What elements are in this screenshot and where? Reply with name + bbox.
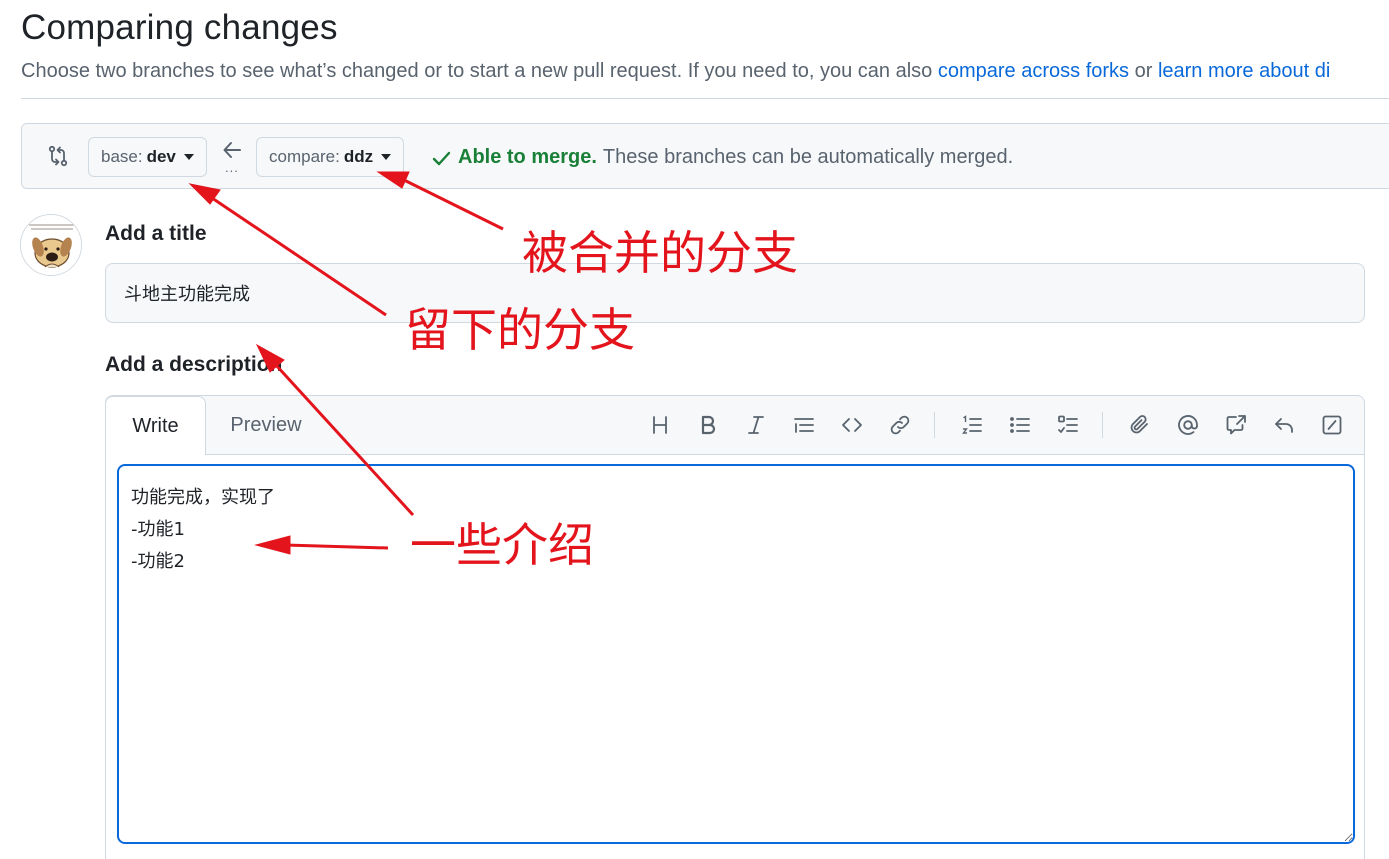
annotation-merged-branch: 被合并的分支 (522, 226, 798, 280)
annotation-kept-branch: 留下的分支 (405, 303, 635, 357)
subtitle-or: or (1129, 60, 1158, 82)
editor-header: Write Preview (105, 396, 1364, 455)
avatar[interactable] (20, 214, 82, 276)
description-textarea[interactable]: 功能完成，实现了 -功能1 -功能2 (117, 464, 1355, 844)
base-prefix: base: (101, 147, 143, 166)
page: Comparing changes Choose two branches to… (0, 0, 1389, 859)
bold-icon[interactable] (694, 410, 722, 440)
annotation-intro: 一些介绍 (410, 518, 594, 572)
toolbar-divider (934, 412, 935, 438)
tab-write[interactable]: Write (105, 396, 206, 455)
ellipsis: ... (225, 160, 239, 175)
compare-branch-select[interactable]: compare: ddz (256, 137, 405, 177)
compare-branch-name: ddz (343, 147, 374, 166)
base-branch-name: dev (146, 147, 176, 166)
merge-detail-text: These branches can be automatically merg… (602, 146, 1014, 168)
markdown-editor: Write Preview 功能完成，实现了 -功能1 -功能2 (105, 395, 1365, 859)
chevron-down-icon (381, 154, 392, 160)
learn-more-link[interactable]: learn more about di (1158, 60, 1330, 82)
quote-icon[interactable] (790, 410, 818, 440)
header-divider (21, 98, 1389, 99)
arrow-left-icon (223, 142, 241, 158)
link-icon[interactable] (886, 410, 914, 440)
page-title: Comparing changes (21, 8, 338, 47)
code-icon[interactable] (838, 410, 866, 440)
base-branch-select[interactable]: base: dev (88, 137, 207, 177)
mention-icon[interactable] (1174, 410, 1202, 440)
title-label: Add a title (105, 222, 207, 245)
italic-icon[interactable] (742, 410, 770, 440)
check-icon (432, 151, 451, 165)
toolbar-divider (1102, 412, 1103, 438)
git-compare-icon (48, 145, 68, 167)
compare-prefix: compare: (269, 147, 340, 166)
reference-icon[interactable] (1222, 410, 1250, 440)
reply-icon[interactable] (1270, 410, 1298, 440)
merge-ok-text: Able to merge. (458, 146, 597, 168)
task-list-icon[interactable] (1054, 410, 1082, 440)
unordered-list-icon[interactable] (1006, 410, 1034, 440)
description-label: Add a description (105, 353, 283, 376)
merge-status: Able to merge. These branches can be aut… (430, 146, 1013, 169)
attach-icon[interactable] (1126, 410, 1154, 440)
ordered-list-icon[interactable] (958, 410, 986, 440)
page-subtitle: Choose two branches to see what’s change… (21, 60, 1330, 83)
slash-command-icon[interactable] (1318, 410, 1346, 440)
subtitle-text: Choose two branches to see what’s change… (21, 60, 938, 82)
dog-avatar-image (21, 215, 81, 275)
heading-icon[interactable] (646, 410, 674, 440)
compare-bar: base: dev ... compare: ddz Able to merge… (21, 123, 1389, 189)
compare-across-forks-link[interactable]: compare across forks (938, 60, 1129, 82)
tab-preview[interactable]: Preview (215, 396, 317, 454)
chevron-down-icon (183, 154, 194, 160)
